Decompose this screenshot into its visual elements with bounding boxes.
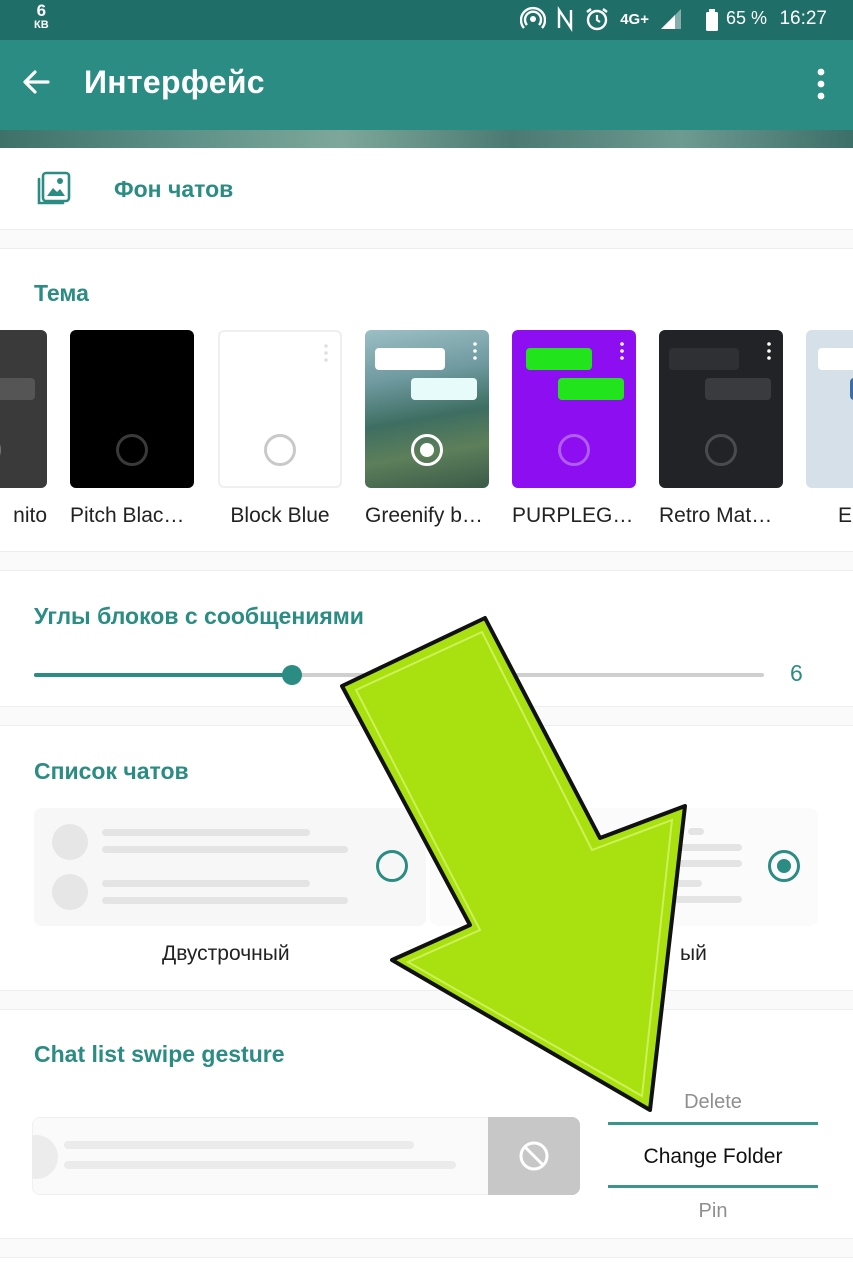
chat-list-title: Список чатов	[34, 758, 189, 784]
bubble-corners-value: 6	[790, 660, 803, 686]
theme-item[interactable]: Block Blue	[218, 330, 342, 528]
signal-icon	[661, 9, 681, 29]
theme-name: nito	[13, 504, 47, 527]
picker-line	[608, 1122, 818, 1125]
chat-list-radio-three-line[interactable]	[768, 850, 800, 882]
theme-item[interactable]: Greenify by…	[365, 330, 489, 528]
network-type: 4G+	[620, 10, 649, 28]
theme-name: Block Blue	[230, 504, 330, 527]
page-title: Интерфейс	[84, 64, 265, 100]
theme-preview[interactable]	[806, 330, 853, 488]
bubble-corners-title: Углы блоков с сообщениями	[34, 603, 364, 629]
chat-list-option-two-line[interactable]	[34, 808, 426, 926]
theme-name: Pitch Black…	[70, 504, 194, 527]
section-divider	[0, 990, 853, 1010]
chat-list-option-three-line[interactable]	[430, 808, 818, 926]
swipe-gesture-preview	[32, 1117, 580, 1195]
chat-list-radio-two-line[interactable]	[376, 850, 408, 882]
wallpaper-icon	[37, 171, 71, 205]
theme-name: En	[838, 504, 853, 527]
chat-list-option-label: Двустрочный	[162, 942, 290, 965]
battery-icon	[706, 9, 718, 31]
section-divider	[0, 1238, 853, 1258]
picker-option-current[interactable]: Change Folder	[608, 1145, 818, 1169]
theme-name: Retro Mate…	[659, 504, 783, 527]
nfc-icon	[558, 6, 573, 32]
theme-preview[interactable]	[365, 330, 489, 488]
clock: 16:27	[779, 8, 827, 29]
theme-item[interactable]: nito	[0, 330, 47, 528]
swipe-gesture-title: Chat list swipe gesture	[34, 1041, 285, 1067]
more-options-icon[interactable]	[817, 68, 825, 100]
header-banner-image	[0, 130, 853, 148]
picker-option-above[interactable]: Delete	[608, 1091, 818, 1114]
picker-line	[608, 1185, 818, 1188]
section-divider	[0, 551, 853, 571]
alarm-icon	[586, 8, 608, 31]
status-bar: 6 КВ 4G+ 65 % 16:27	[0, 0, 853, 40]
back-arrow-icon[interactable]	[20, 66, 52, 98]
theme-preview[interactable]	[218, 330, 342, 488]
swipe-action-picker[interactable]: Delete Change Folder Pin	[608, 1085, 818, 1235]
theme-menu-icon[interactable]	[767, 342, 771, 360]
battery-percent: 65 %	[725, 8, 767, 28]
theme-item[interactable]: En	[806, 330, 853, 528]
data-speed-indicator: 6 КВ	[34, 1, 49, 31]
theme-name: PURPLEGR…	[512, 504, 636, 527]
theme-name: Greenify by…	[365, 504, 489, 527]
chat-background-row[interactable]: Фон чатов	[0, 148, 853, 230]
section-divider	[0, 229, 853, 249]
chat-background-label: Фон чатов	[114, 176, 234, 202]
status-icons: 4G+	[520, 6, 683, 32]
theme-carousel[interactable]: nito Pitch Black… Block Blue Greenify by…	[0, 330, 853, 540]
hotspot-icon	[520, 6, 547, 29]
app-bar: Интерфейс	[0, 40, 853, 132]
chat-list-option-label: ый	[680, 942, 707, 965]
theme-preview[interactable]	[70, 330, 194, 488]
block-icon	[519, 1141, 549, 1171]
picker-option-below[interactable]: Pin	[608, 1200, 818, 1223]
swipe-action-preview	[488, 1117, 580, 1195]
theme-menu-icon[interactable]	[473, 342, 477, 360]
theme-menu-icon[interactable]	[324, 344, 328, 362]
theme-menu-icon[interactable]	[620, 342, 624, 360]
theme-preview[interactable]	[659, 330, 783, 488]
theme-item[interactable]: PURPLEGR…	[512, 330, 636, 528]
theme-item[interactable]: Retro Mate…	[659, 330, 783, 528]
section-divider	[0, 706, 853, 726]
slider-thumb[interactable]	[281, 665, 302, 685]
theme-preview[interactable]	[0, 330, 47, 488]
slider-fill	[34, 673, 292, 677]
theme-item[interactable]: Pitch Black…	[70, 330, 194, 528]
bubble-corners-slider[interactable]	[34, 665, 764, 685]
theme-section-title: Тема	[34, 280, 89, 306]
theme-preview[interactable]	[512, 330, 636, 488]
